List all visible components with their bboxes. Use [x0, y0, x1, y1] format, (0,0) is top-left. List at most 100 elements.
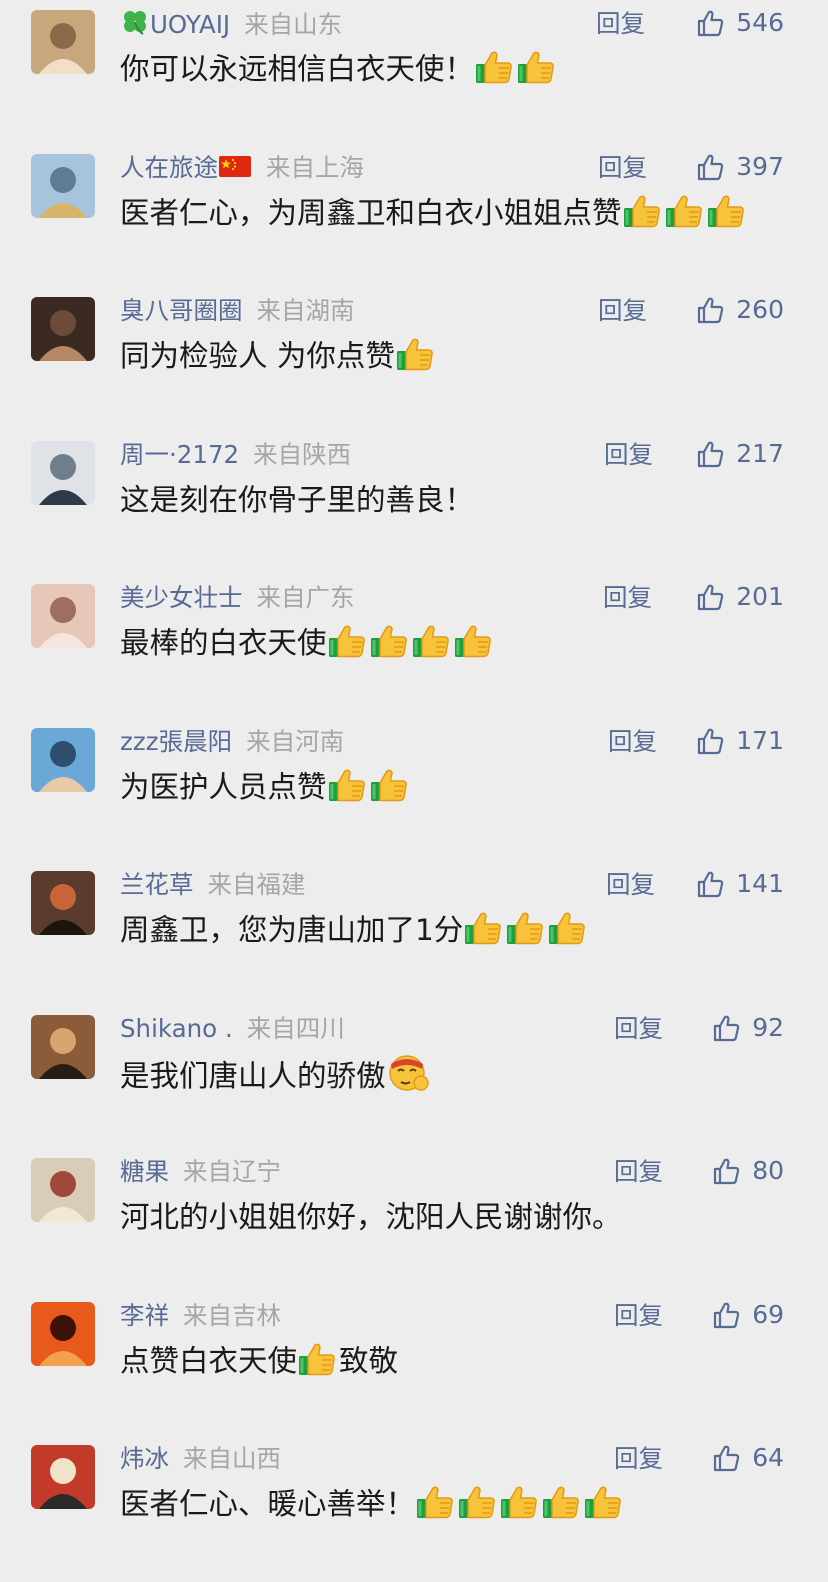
comment-item: Shikano . 来自四川 回复 92 是我们唐山人的骄傲 [0, 1005, 828, 1149]
nickname[interactable]: 李祥 [120, 1301, 169, 1330]
like-icon[interactable] [696, 869, 726, 899]
comment-meta: 人在旅途 来自上海 [120, 152, 364, 184]
thumbs-up-icon [507, 912, 544, 945]
comment-item: 周一·2172 来自陕西 回复 217 这是刻在你骨子里的善良！ [0, 431, 828, 575]
reply-button[interactable]: 回复 [614, 1013, 663, 1045]
like-button[interactable]: 201 [696, 580, 784, 614]
avatar[interactable] [31, 10, 95, 74]
china-flag-icon [219, 155, 251, 177]
region-label: 来自陕西 [253, 439, 352, 469]
like-button[interactable]: 217 [696, 437, 784, 471]
nickname[interactable]: 臭八哥圈圈 [120, 296, 243, 325]
nickname[interactable]: 糖果 [120, 1157, 169, 1186]
comment-text: 周鑫卫，您为唐山加了1分 [120, 908, 790, 952]
nickname[interactable]: 人在旅途 [120, 153, 218, 182]
nickname[interactable]: 兰花草 [120, 870, 194, 899]
region-label: 来自河南 [246, 726, 345, 756]
nickname[interactable]: Shikano . [120, 1014, 233, 1043]
reply-button[interactable]: 回复 [603, 582, 652, 614]
reply-button[interactable]: 回复 [614, 1300, 663, 1332]
like-button[interactable]: 260 [696, 293, 784, 327]
comment-body: 为医护人员点赞 [120, 769, 327, 804]
comment-item: 人在旅途 来自上海 回复 397 医者仁心，为周鑫卫和白衣小姐姐点赞 [0, 144, 828, 288]
reply-button[interactable]: 回复 [608, 726, 657, 758]
like-button[interactable]: 69 [712, 1298, 784, 1332]
thumbs-up-icon [370, 769, 407, 801]
avatar[interactable] [31, 1158, 95, 1222]
avatar[interactable] [31, 871, 95, 935]
reply-button[interactable]: 回复 [604, 439, 653, 471]
region-label: 来自福建 [207, 870, 306, 899]
like-button[interactable]: 171 [696, 724, 784, 758]
like-icon[interactable] [712, 1156, 742, 1186]
like-button[interactable]: 141 [696, 867, 784, 901]
nickname[interactable]: 周一·2172 [120, 440, 239, 469]
avatar[interactable] [31, 584, 95, 648]
avatar[interactable] [31, 1301, 95, 1366]
like-count: 260 [736, 295, 784, 324]
thumbs-up-icon [465, 912, 502, 945]
thumbs-up-icon [518, 51, 554, 84]
comment-body: 同为检验人 为你点赞 [120, 339, 395, 373]
comment-text: 点赞白衣天使 致敬 [120, 1339, 790, 1383]
thumbs-up-icon [299, 1343, 335, 1375]
like-button[interactable]: 397 [696, 150, 784, 184]
nickname[interactable]: zzz張晨阳 [120, 727, 232, 756]
comment-meta: 兰花草 来自福建 [120, 869, 306, 901]
avatar[interactable] [31, 297, 95, 361]
region-label: 来自山西 [183, 1444, 281, 1473]
reply-button[interactable]: 回复 [614, 1156, 663, 1188]
like-icon[interactable] [696, 726, 726, 756]
comment-body: 最棒的白衣天使 [120, 626, 327, 660]
like-button[interactable]: 80 [712, 1154, 784, 1188]
nickname[interactable]: UOYAIJ [150, 10, 230, 39]
like-count: 92 [752, 1012, 784, 1042]
avatar[interactable] [31, 153, 95, 218]
comment-text: 是我们唐山人的骄傲 [120, 1052, 790, 1098]
comment-list: UOYAIJ 来自山东 回复 546 你可以永远相信白衣天使！ 人在旅途 来自上海 回复 397… [0, 0, 828, 1579]
avatar[interactable] [31, 727, 95, 792]
thumbs-up-icon [459, 1486, 495, 1519]
comment-item: zzz張晨阳 来自河南 回复 171 为医护人员点赞 [0, 718, 828, 862]
thumbs-up-icon [412, 625, 449, 658]
reply-button[interactable]: 回复 [598, 295, 647, 327]
comment-text: 河北的小姐姐你好，沈阳人民谢谢你。 [120, 1195, 790, 1239]
avatar[interactable] [31, 440, 95, 505]
comment-meta: zzz張晨阳 来自河南 [120, 726, 344, 758]
like-count: 546 [736, 8, 784, 37]
thumbs-up-icon [476, 51, 512, 84]
avatar[interactable] [31, 1445, 95, 1509]
comment-item: 臭八哥圈圈 来自湖南 回复 260 同为检验人 为你点赞 [0, 287, 828, 431]
like-icon[interactable] [696, 582, 726, 612]
like-icon[interactable] [696, 8, 726, 38]
nickname[interactable]: 美少女壮士 [120, 583, 243, 612]
like-icon[interactable] [712, 1300, 742, 1330]
avatar[interactable] [31, 1014, 95, 1079]
like-count: 171 [736, 725, 784, 755]
like-icon[interactable] [712, 1443, 742, 1473]
like-icon[interactable] [712, 1013, 742, 1043]
comment-body: 是我们唐山人的骄傲 [120, 1058, 386, 1093]
comment-item: 美少女壮士 来自广东 回复 201 最棒的白衣天使 [0, 574, 828, 718]
reply-button[interactable]: 回复 [596, 8, 645, 40]
reply-button[interactable]: 回复 [614, 1443, 663, 1475]
thumbs-up-icon [543, 1486, 579, 1519]
proud-face-icon [388, 1054, 429, 1091]
comment-text: 同为检验人 为你点赞 [120, 334, 790, 378]
like-icon[interactable] [696, 152, 726, 182]
like-button[interactable]: 546 [696, 6, 784, 40]
nickname[interactable]: 炜冰 [120, 1444, 169, 1473]
like-icon[interactable] [696, 439, 726, 469]
reply-button[interactable]: 回复 [606, 869, 655, 901]
comment-text: 这是刻在你骨子里的善良！ [120, 478, 790, 522]
thumbs-up-icon [585, 1486, 621, 1519]
like-icon[interactable] [696, 295, 726, 325]
comment-meta: 炜冰 来自山西 [120, 1443, 281, 1475]
like-count: 217 [736, 438, 784, 468]
like-button[interactable]: 92 [712, 1011, 784, 1045]
reply-button[interactable]: 回复 [598, 152, 647, 184]
thumbs-up-icon [396, 338, 433, 371]
region-label: 来自辽宁 [183, 1157, 281, 1186]
thumbs-up-icon [549, 912, 586, 945]
like-button[interactable]: 64 [712, 1441, 784, 1475]
